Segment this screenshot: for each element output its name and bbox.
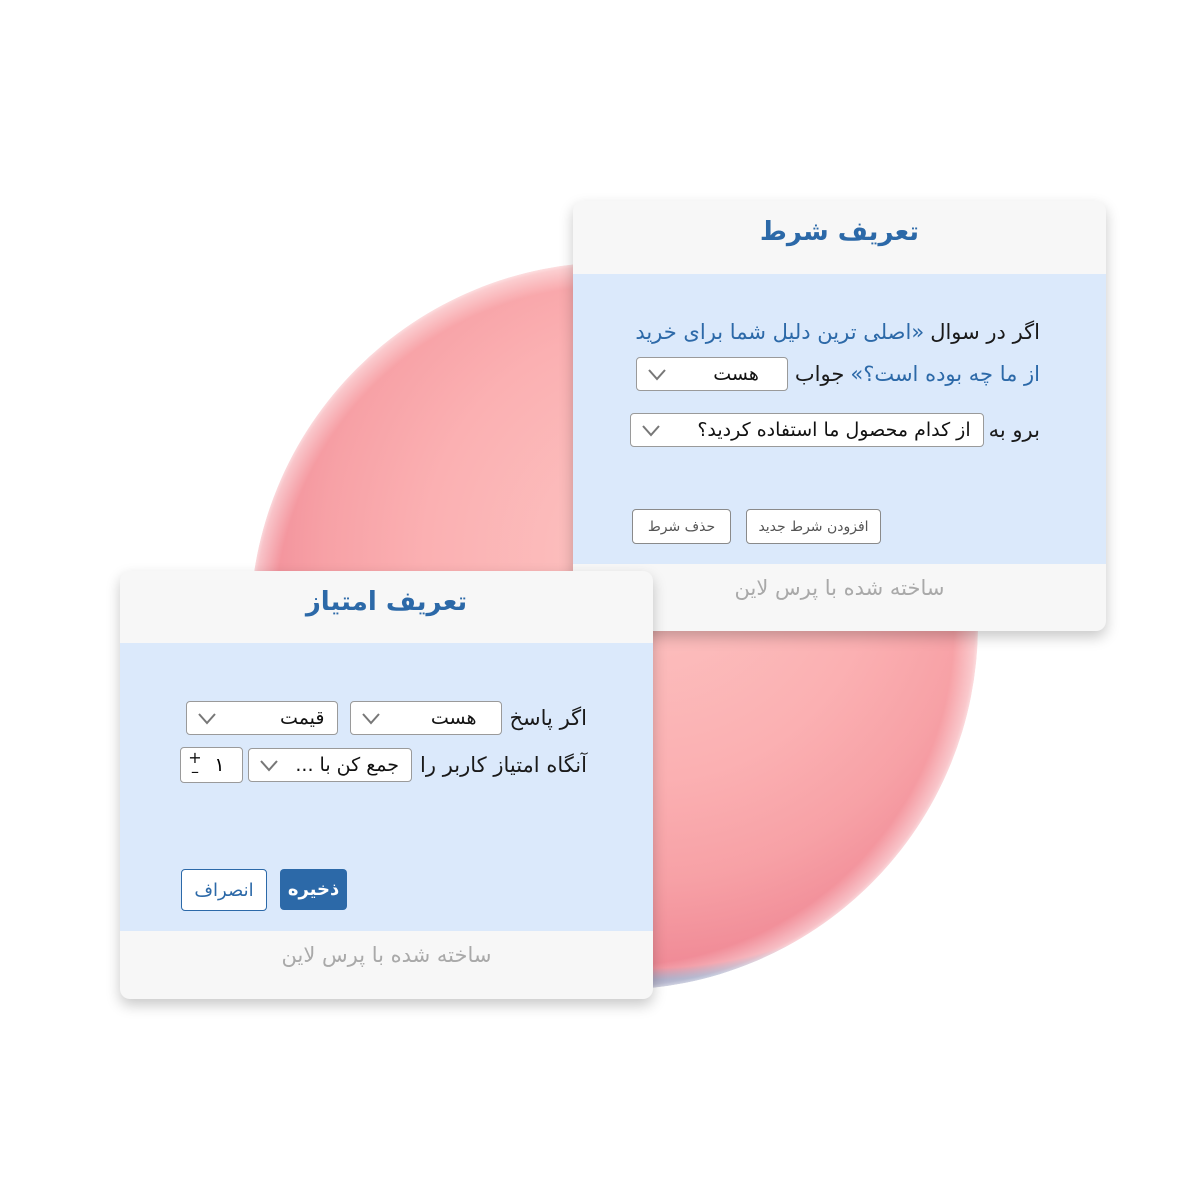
answer-select-value: هست xyxy=(713,363,759,385)
chevron-down-icon xyxy=(648,369,666,381)
score-card-body: اگر پاسخ هست قیمت آنگاه امتیاز کاربر را … xyxy=(120,643,653,931)
condition-question-part1: «اصلی ترین دلیل شما برای خرید xyxy=(635,320,925,344)
condition-card-title: تعریف شرط xyxy=(759,217,920,247)
score-card-footer: ساخته شده با پرس لاین xyxy=(281,943,492,967)
goto-question-select[interactable]: از کدام محصول ما استفاده کردید؟ xyxy=(629,413,984,447)
operator-select[interactable]: هست xyxy=(349,701,502,735)
stepper-buttons: + – xyxy=(185,750,205,780)
field-select-value: قیمت xyxy=(280,707,325,729)
score-if-line: اگر پاسخ هست قیمت xyxy=(185,701,588,735)
condition-line-2: از ما چه بوده است؟» جواب هست xyxy=(635,357,1040,391)
minus-icon[interactable]: – xyxy=(191,764,199,780)
then-label: آنگاه امتیاز کاربر را xyxy=(420,753,587,777)
action-select-value: جمع کن با ... xyxy=(295,754,400,776)
operator-select-value: هست xyxy=(430,707,477,729)
goto-line: برو به از کدام محصول ما استفاده کردید؟ xyxy=(629,413,1040,447)
answer-select[interactable]: هست xyxy=(635,357,788,391)
add-condition-button[interactable]: افزودن شرط جدید xyxy=(746,509,881,544)
condition-line-1: اگر در سوال «اصلی ترین دلیل شما برای خری… xyxy=(635,320,1040,344)
action-select[interactable]: جمع کن با ... xyxy=(248,748,413,782)
condition-question-part2: از ما چه بوده است؟» xyxy=(850,362,1040,386)
delete-condition-button[interactable]: حذف شرط xyxy=(632,509,731,544)
cancel-button[interactable]: انصراف xyxy=(181,869,267,911)
chevron-down-icon xyxy=(260,760,278,772)
score-card-title: تعریف امتیاز xyxy=(305,587,468,617)
goto-label: برو به xyxy=(988,418,1040,442)
chevron-down-icon xyxy=(361,713,380,725)
if-answer-label: اگر پاسخ xyxy=(509,706,588,730)
condition-card: تعریف شرط اگر در سوال «اصلی ترین دلیل شم… xyxy=(573,201,1106,631)
condition-prefix: اگر در سوال xyxy=(930,320,1040,344)
chevron-down-icon xyxy=(197,713,216,725)
answer-label: جواب xyxy=(794,362,845,386)
score-then-line: آنگاه امتیاز کاربر را جمع کن با ... xyxy=(248,748,587,782)
score-stepper[interactable]: + – ۱ xyxy=(180,747,243,783)
stepper-value: ۱ xyxy=(214,754,225,776)
save-button[interactable]: ذخیره xyxy=(280,869,347,910)
chevron-down-icon xyxy=(641,425,660,437)
score-card: تعریف امتیاز اگر پاسخ هست قیمت آنگاه امت… xyxy=(120,571,653,999)
condition-card-body: اگر در سوال «اصلی ترین دلیل شما برای خری… xyxy=(573,274,1106,564)
goto-select-value: از کدام محصول ما استفاده کردید؟ xyxy=(697,419,971,441)
field-select[interactable]: قیمت xyxy=(185,701,338,735)
